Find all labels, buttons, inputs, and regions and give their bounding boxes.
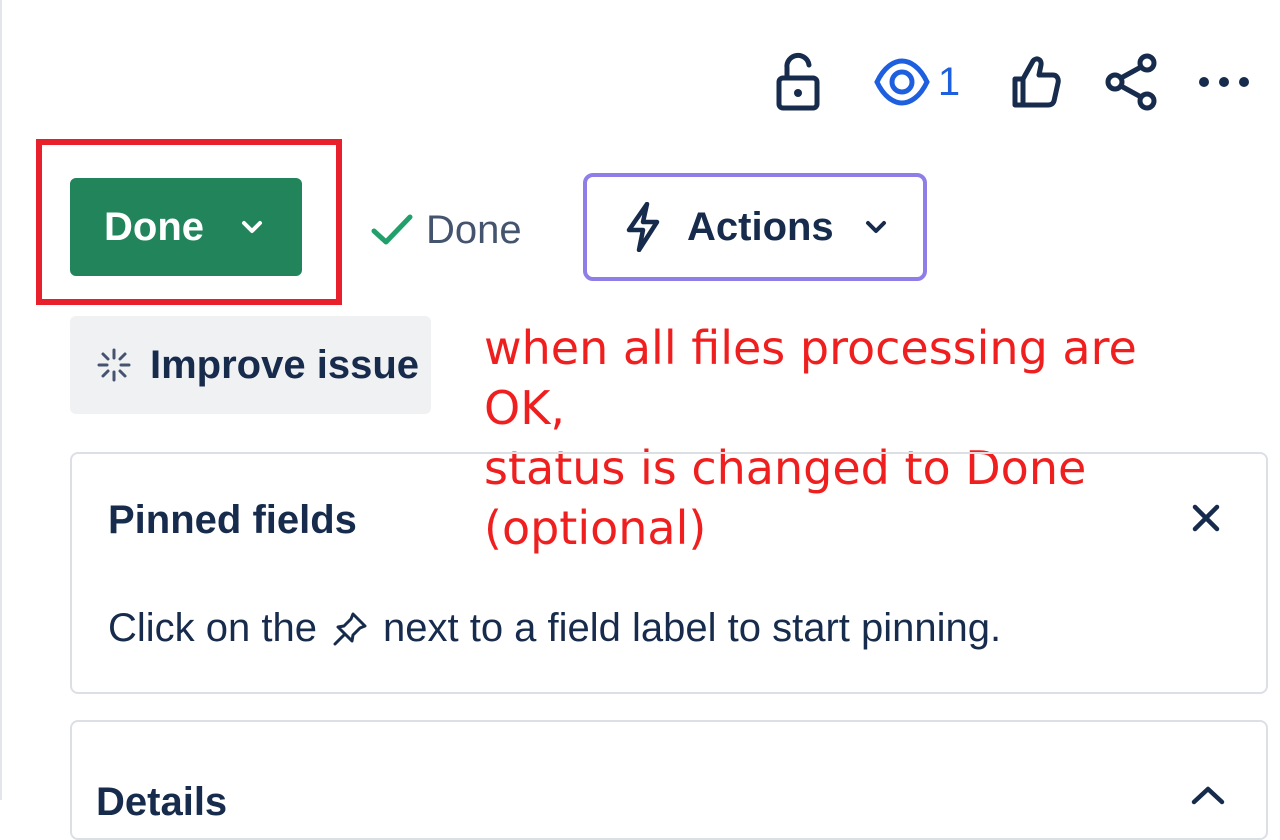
status-dropdown-button[interactable]: Done (70, 178, 302, 276)
ai-sparkle-icon (96, 347, 132, 383)
resolution-status: Done (370, 200, 522, 260)
more-actions-button[interactable] (1194, 50, 1254, 114)
share-button[interactable] (1102, 50, 1162, 114)
share-icon (1105, 53, 1157, 111)
close-icon (1192, 504, 1220, 532)
eye-icon (874, 58, 930, 106)
chevron-up-icon (1190, 784, 1226, 806)
annotation-line: when all files processing are OK, (484, 321, 1137, 435)
pinned-fields-title: Pinned fields (108, 498, 357, 542)
actions-label: Actions (687, 204, 834, 249)
lock-open-icon (776, 52, 820, 111)
hint-text-before: Click on the (108, 606, 317, 650)
pin-icon (331, 610, 369, 648)
hint-text-after: next to a field label to start pinning. (382, 606, 1002, 650)
improve-issue-label: Improve issue (150, 342, 420, 387)
actions-dropdown-button[interactable]: Actions (583, 173, 927, 281)
restrictions-button[interactable] (770, 50, 826, 114)
status-label: Done (104, 204, 204, 249)
chevron-down-icon (240, 219, 264, 235)
vote-button[interactable] (1006, 50, 1066, 114)
watch-count: 1 (937, 59, 961, 104)
lightning-bolt-icon (625, 202, 661, 252)
more-horizontal-icon (1199, 77, 1249, 87)
pinned-fields-card: Pinned fields Click on the next to a fie… (70, 452, 1268, 694)
pinned-fields-hint: Click on the next to a field label to st… (108, 606, 1001, 651)
details-title: Details (96, 780, 228, 824)
resolution-label: Done (426, 207, 522, 252)
details-section[interactable]: Details (70, 720, 1268, 840)
chevron-down-icon (864, 219, 888, 235)
watch-button[interactable]: 1 (862, 50, 972, 114)
thumbs-up-icon (1012, 56, 1061, 108)
check-icon (370, 213, 414, 247)
close-pinned-fields-button[interactable] (1186, 498, 1226, 538)
panel-left-border (0, 0, 2, 800)
improve-issue-button[interactable]: Improve issue (70, 316, 431, 414)
